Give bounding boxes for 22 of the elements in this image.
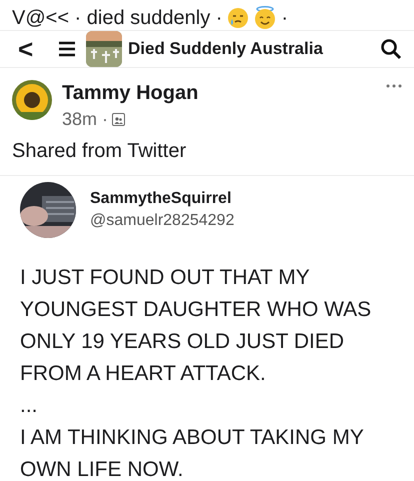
tweet-text-line: FROM A HEART ATTACK. xyxy=(20,361,267,387)
menu-icon[interactable] xyxy=(58,41,76,57)
tweet-text-line: ... xyxy=(20,393,39,419)
tweet-text-line: I AM THINKING ABOUT TAKING MY xyxy=(20,425,365,451)
more-icon[interactable] xyxy=(386,84,402,88)
tweet-author-name: SammytheSquirrel xyxy=(90,190,232,208)
tweet-handle: @samuelr28254292 xyxy=(90,212,234,230)
crying-face-icon xyxy=(227,7,250,29)
search-icon[interactable] xyxy=(380,38,402,60)
post-time: 38m · xyxy=(62,109,108,130)
author-name[interactable]: Tammy Hogan xyxy=(62,82,376,105)
back-button[interactable]: < xyxy=(12,34,58,64)
caption-text: · xyxy=(281,6,288,30)
tweet-text-line: OWN LIFE NOW. xyxy=(20,457,184,481)
post-text: Shared from Twitter xyxy=(11,139,188,164)
tweet-text-line: I JUST FOUND OUT THAT MY xyxy=(20,265,311,291)
halo-face-icon xyxy=(254,6,276,30)
tweet-text-line: ONLY 19 YEARS OLD JUST DIED xyxy=(20,329,346,355)
tweet-text-line: YOUNGEST DAUGHTER WHO WAS xyxy=(20,297,372,323)
group-icon xyxy=(112,113,126,126)
group-title[interactable]: Died Suddenly Australia xyxy=(128,39,380,59)
caption-text: V@<< · died suddenly · xyxy=(12,6,222,30)
